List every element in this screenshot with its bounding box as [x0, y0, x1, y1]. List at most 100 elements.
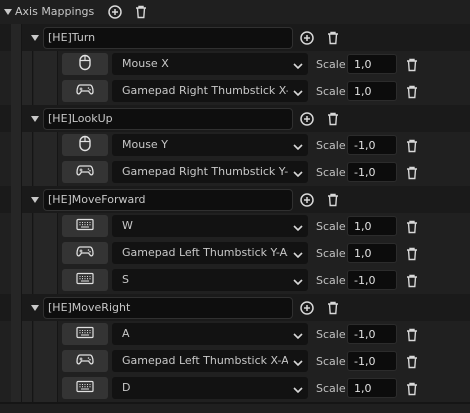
scale-label: Scale — [316, 220, 346, 233]
delete-key-button[interactable] — [404, 381, 420, 397]
collapse-arrow-icon[interactable] — [31, 197, 39, 203]
delete-key-button[interactable] — [404, 84, 420, 100]
scale-label: Scale — [316, 139, 346, 152]
input-device-button[interactable] — [62, 215, 108, 237]
key-select-value: S — [122, 273, 129, 286]
key-select-dropdown[interactable]: A — [112, 323, 308, 345]
scale-input[interactable]: -1,0 — [347, 324, 397, 344]
key-select-value: Mouse X — [122, 57, 169, 70]
key-select-dropdown[interactable]: Gamepad Left Thumbstick X-Axis — [112, 350, 308, 372]
key-binding-row: S Scale -1,0 — [0, 267, 470, 294]
indent-guide — [11, 213, 22, 240]
indent-guide — [34, 348, 58, 375]
key-select-value: Gamepad Left Thumbstick Y-Axis — [122, 246, 288, 259]
axis-mapping-name-input[interactable]: [HE]Turn — [43, 27, 293, 49]
scale-input[interactable]: 1,0 — [347, 216, 397, 236]
indent-guide — [11, 240, 22, 267]
input-device-button[interactable] — [62, 134, 108, 156]
trash-icon — [328, 193, 338, 207]
key-select-dropdown[interactable]: Gamepad Left Thumbstick Y-Axis — [112, 242, 308, 264]
scale-input[interactable]: -1,0 — [347, 135, 397, 155]
input-device-button[interactable] — [62, 350, 108, 372]
key-select-dropdown[interactable]: Mouse Y — [112, 134, 308, 156]
scale-input[interactable]: -1,0 — [347, 351, 397, 371]
plus-circle-icon — [300, 31, 314, 45]
indent-guide — [11, 267, 22, 294]
key-select-dropdown[interactable]: S — [112, 269, 308, 291]
delete-mapping-button[interactable] — [325, 30, 341, 46]
scale-input[interactable]: 1,0 — [347, 243, 397, 263]
scale-input[interactable]: -1,0 — [347, 162, 397, 182]
axis-mapping-name-input[interactable]: [HE]MoveForward — [43, 189, 293, 211]
trash-icon — [407, 139, 417, 153]
trash-icon — [407, 355, 417, 369]
delete-key-button[interactable] — [404, 246, 420, 262]
scale-input[interactable]: 1,0 — [347, 81, 397, 101]
scale-input[interactable]: 1,0 — [347, 54, 397, 74]
collapse-arrow-icon[interactable] — [31, 305, 39, 311]
input-device-button[interactable] — [62, 323, 108, 345]
mouse-icon — [79, 54, 91, 74]
delete-key-button[interactable] — [404, 273, 420, 289]
axis-mapping-row: [HE]LookUp — [0, 105, 470, 132]
scale-label: Scale — [316, 58, 346, 71]
input-device-button[interactable] — [62, 53, 108, 75]
indent-guide — [11, 186, 22, 213]
trash-icon — [407, 220, 417, 234]
delete-all-button[interactable] — [133, 4, 149, 20]
input-device-button[interactable] — [62, 269, 108, 291]
indent-guide — [22, 51, 33, 78]
plus-circle-icon — [300, 301, 314, 315]
add-key-button[interactable] — [299, 111, 315, 127]
delete-key-button[interactable] — [404, 219, 420, 235]
add-key-button[interactable] — [299, 30, 315, 46]
axis-mappings-title: Axis Mappings — [15, 5, 95, 18]
delete-key-button[interactable] — [404, 165, 420, 181]
axis-mapping-row: [HE]Turn — [0, 24, 470, 51]
add-key-button[interactable] — [299, 300, 315, 316]
input-device-button[interactable] — [62, 377, 108, 399]
delete-mapping-button[interactable] — [325, 192, 341, 208]
indent-guide — [34, 159, 58, 186]
key-binding-row: Gamepad Left Thumbstick X-Axis Scale -1,0 — [0, 348, 470, 375]
axis-mappings-header[interactable]: Axis Mappings — [0, 0, 470, 24]
key-select-dropdown[interactable]: Mouse X — [112, 53, 308, 75]
key-select-dropdown[interactable]: D — [112, 377, 308, 399]
trash-icon — [328, 112, 338, 126]
indent-guide — [34, 240, 58, 267]
trash-icon — [328, 31, 338, 45]
delete-mapping-button[interactable] — [325, 111, 341, 127]
key-binding-row: Mouse Y Scale -1,0 — [0, 132, 470, 159]
delete-key-button[interactable] — [404, 57, 420, 73]
delete-key-button[interactable] — [404, 354, 420, 370]
axis-mapping-row: [HE]MoveForward — [0, 186, 470, 213]
scale-input[interactable]: 1,0 — [347, 378, 397, 398]
scale-input[interactable]: -1,0 — [347, 270, 397, 290]
input-device-button[interactable] — [62, 80, 108, 102]
collapse-arrow-icon[interactable] — [4, 9, 12, 15]
input-device-button[interactable] — [62, 242, 108, 264]
delete-key-button[interactable] — [404, 138, 420, 154]
add-axis-mapping-button[interactable] — [107, 4, 123, 20]
key-select-value: W — [122, 219, 133, 232]
input-device-button[interactable] — [62, 161, 108, 183]
trash-icon — [407, 382, 417, 396]
add-key-button[interactable] — [299, 192, 315, 208]
key-select-dropdown[interactable]: Gamepad Right Thumbstick X-Axis — [112, 80, 308, 102]
indent-guide — [22, 375, 33, 402]
scale-label: Scale — [316, 355, 346, 368]
trash-icon — [407, 247, 417, 261]
indent-guide — [11, 348, 22, 375]
trash-icon — [328, 301, 338, 315]
collapse-arrow-icon[interactable] — [31, 116, 39, 122]
delete-key-button[interactable] — [404, 327, 420, 343]
delete-mapping-button[interactable] — [325, 300, 341, 316]
axis-mapping-name-input[interactable]: [HE]MoveRight — [43, 297, 293, 319]
mouse-icon — [79, 135, 91, 155]
key-select-dropdown[interactable]: Gamepad Right Thumbstick Y-Axis — [112, 161, 308, 183]
trash-icon — [407, 85, 417, 99]
collapse-arrow-icon[interactable] — [31, 35, 39, 41]
axis-mapping-name-input[interactable]: [HE]LookUp — [43, 108, 293, 130]
indent-guide — [34, 267, 58, 294]
key-select-dropdown[interactable]: W — [112, 215, 308, 237]
